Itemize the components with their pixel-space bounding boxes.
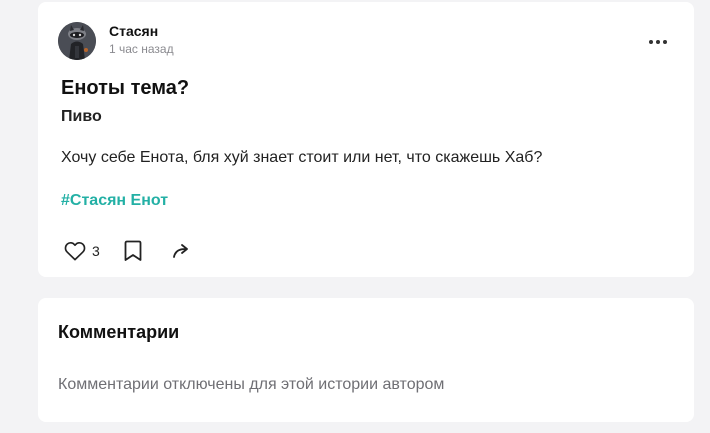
post-actions: 3 (64, 238, 192, 264)
comments-disabled-note: Комментарии отключены для этой истории а… (58, 376, 445, 393)
post-card: Стасян 1 час назад Еноты тема? Пиво Хочу… (38, 2, 694, 277)
share-icon (172, 244, 188, 258)
raccoon-avatar-icon (58, 22, 96, 60)
post-tag-link[interactable]: #Стасян Енот (61, 192, 168, 210)
more-options-button[interactable] (644, 32, 672, 52)
like-button[interactable]: 3 (64, 241, 100, 261)
post-body: Хочу себе Енота, бля хуй знает стоит или… (61, 149, 543, 166)
like-count: 3 (92, 243, 100, 259)
author-avatar[interactable] (58, 22, 96, 60)
comments-card: Комментарии Комментарии отключены для эт… (38, 298, 694, 422)
bookmark-icon (124, 240, 142, 261)
post-time: 1 час назад (109, 42, 174, 56)
save-button[interactable] (124, 240, 142, 262)
post-subtitle: Пиво (61, 108, 102, 125)
share-button[interactable] (172, 242, 192, 260)
post-title: Еноты тема? (61, 77, 190, 99)
comments-title: Комментарии (58, 322, 180, 342)
author-name[interactable]: Стасян (109, 23, 158, 39)
more-horizontal-icon (649, 40, 667, 44)
heart-icon (64, 242, 86, 261)
